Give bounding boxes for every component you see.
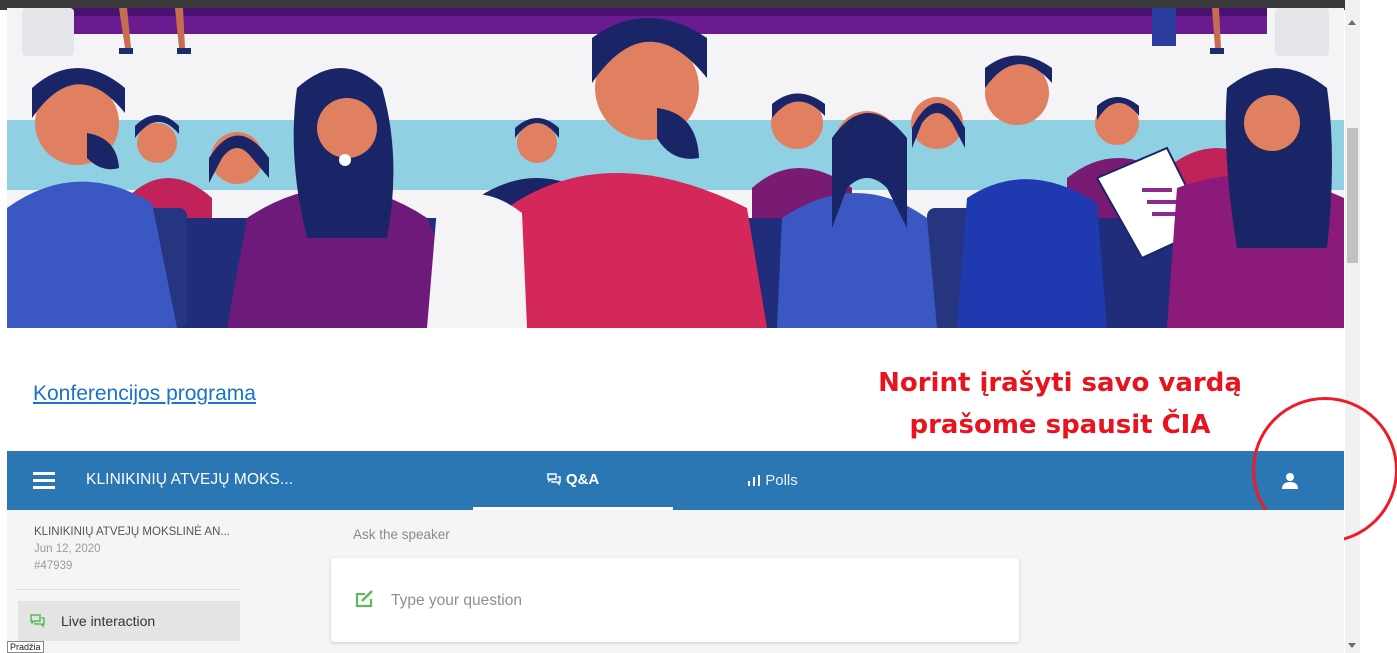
- annotation-line-1: Norint įrašyti savo vardą: [878, 368, 1242, 398]
- event-code: #47939: [34, 560, 73, 572]
- main-content: KLINIKINIŲ ATVEJŲ MOKSLINĖ AN... Jun 12,…: [7, 510, 1344, 653]
- status-tooltip: Pradžia: [7, 641, 44, 653]
- event-info: KLINIKINIŲ ATVEJŲ MOKSLINĖ AN... Jun 12,…: [34, 524, 254, 575]
- user-profile-button[interactable]: [1275, 466, 1305, 496]
- page-scrollbar[interactable]: [1345, 0, 1360, 653]
- tab-qa[interactable]: Q&A: [473, 451, 673, 510]
- instruction-annotation: Norint įrašyti savo vardą prašome spausi…: [820, 362, 1300, 446]
- event-name: KLINIKINIŲ ATVEJŲ MOKSLINĖ AN...: [34, 526, 230, 538]
- ask-the-speaker-label: Ask the speaker: [353, 527, 450, 542]
- conference-program-link[interactable]: Konferencijos programa: [33, 382, 256, 406]
- hero-banner-image: [7, 8, 1344, 328]
- edit-pencil-icon: [355, 590, 373, 608]
- event-title: KLINIKINIŲ ATVEJŲ MOKS...: [86, 471, 294, 488]
- tab-polls[interactable]: Polls: [673, 451, 873, 510]
- annotation-line-2: prašome spausit ČIA: [909, 410, 1211, 440]
- question-card: [331, 558, 1019, 642]
- question-input[interactable]: [391, 586, 891, 616]
- sidebar-item-live-interaction[interactable]: Live interaction: [18, 601, 240, 641]
- tab-polls-label: Polls: [765, 472, 798, 489]
- chat-bubbles-icon: [547, 472, 561, 486]
- sidebar-divider: [17, 589, 240, 590]
- tab-qa-label: Q&A: [565, 470, 600, 488]
- event-date: Jun 12, 2020: [34, 543, 101, 555]
- scroll-up-arrow-icon[interactable]: [1348, 20, 1356, 25]
- app-bar: KLINIKINIŲ ATVEJŲ MOKS... Q&A Polls: [7, 451, 1344, 510]
- person-icon: [1282, 473, 1298, 489]
- chat-bubbles-icon: [30, 614, 45, 628]
- scroll-down-arrow-icon[interactable]: [1348, 643, 1356, 648]
- bar-chart-icon: [748, 475, 761, 486]
- scrollbar-thumb[interactable]: [1347, 128, 1358, 263]
- sidebar-item-label: Live interaction: [61, 613, 156, 629]
- hamburger-menu-icon[interactable]: [33, 472, 55, 489]
